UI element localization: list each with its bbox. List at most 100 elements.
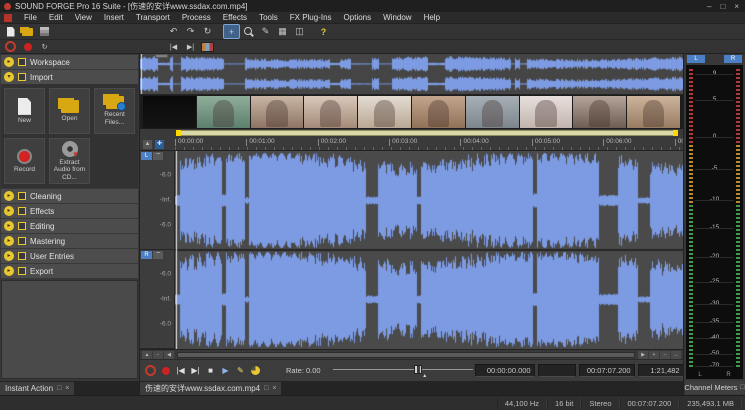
expand-icon[interactable]: ▸: [4, 191, 14, 201]
video-thumbnail[interactable]: [358, 96, 411, 128]
left-channel-button[interactable]: L: [141, 152, 152, 160]
menu-window[interactable]: Window: [377, 13, 417, 22]
meter-right-button[interactable]: R: [724, 55, 742, 63]
move-tool-icon[interactable]: ✚: [155, 140, 164, 149]
arm-record-icon[interactable]: [3, 41, 18, 52]
stereo-waveform[interactable]: [175, 151, 683, 349]
pencil-edit-button[interactable]: ✎: [234, 364, 247, 377]
sidebar-section-import[interactable]: ▾Import: [1, 70, 138, 84]
loop-region-button[interactable]: [249, 364, 262, 377]
sidebar-section-cleaning[interactable]: ▸Cleaning: [1, 189, 138, 203]
rate-slider[interactable]: ▲: [333, 364, 473, 377]
selection-end-field[interactable]: [538, 364, 576, 377]
video-thumbnail[interactable]: [627, 96, 680, 128]
tile-new[interactable]: New: [4, 88, 45, 134]
right-channel-button[interactable]: R: [141, 251, 152, 259]
float-meters-icon[interactable]: □: [740, 384, 744, 391]
tab-document[interactable]: 伤速的安详www.ssdax.com.mp4 □ ×: [140, 382, 281, 395]
close-pane-icon[interactable]: ×: [65, 385, 69, 392]
video-thumbnail-strip[interactable]: [140, 95, 683, 129]
collapse-icon[interactable]: ▾: [4, 72, 14, 82]
redo-icon[interactable]: ↷: [183, 25, 198, 38]
scroll-up-icon[interactable]: ▲: [142, 351, 152, 359]
go-to-start-button[interactable]: |◀: [174, 364, 187, 377]
edit-tool-icon[interactable]: +: [224, 25, 239, 38]
close-document-icon[interactable]: ×: [272, 385, 276, 392]
magnify-tool-icon[interactable]: [241, 25, 256, 38]
event-tool-icon[interactable]: ◫: [292, 25, 307, 38]
ruler-ticks[interactable]: 00:00:0000:01:0000:02:0000:03:0000:04:00…: [175, 138, 683, 150]
save-file-icon[interactable]: [37, 25, 52, 38]
sidebar-section-user-entries[interactable]: ▸User Entries: [1, 249, 138, 263]
tile-open[interactable]: Open: [49, 88, 90, 134]
help-icon[interactable]: ?: [316, 25, 331, 38]
maximize-button[interactable]: □: [720, 2, 725, 11]
menu-transport[interactable]: Transport: [130, 13, 176, 22]
sidebar-section-mastering[interactable]: ▸Mastering: [1, 234, 138, 248]
video-thumbnail[interactable]: [251, 96, 304, 128]
time-ruler[interactable]: ▲ ✚ 00:00:0000:01:0000:02:0000:03:0000:0…: [140, 138, 683, 151]
zoom-in-icon[interactable]: +: [649, 351, 659, 359]
go-to-start-icon[interactable]: |◀: [166, 41, 181, 52]
scroll-left-icon[interactable]: ◀: [164, 351, 174, 359]
sidebar-section-export[interactable]: ▸Export: [1, 264, 138, 278]
menu-help[interactable]: Help: [418, 13, 446, 22]
video-thumbnail[interactable]: [197, 96, 250, 128]
scrollbar-track[interactable]: [177, 352, 635, 358]
zoom-fit-icon[interactable]: ↔: [671, 351, 681, 359]
record-icon[interactable]: [20, 41, 35, 52]
float-pane-icon[interactable]: □: [57, 385, 61, 392]
video-preview-icon[interactable]: [200, 41, 215, 52]
video-thumbnail[interactable]: [412, 96, 465, 128]
play-button[interactable]: ▶: [219, 364, 232, 377]
open-file-icon[interactable]: [20, 25, 35, 38]
selection-length-field[interactable]: 00:07:07.200: [579, 364, 635, 377]
video-thumbnail[interactable]: [520, 96, 573, 128]
menu-tools[interactable]: Tools: [253, 13, 284, 22]
expand-icon[interactable]: ▸: [4, 57, 14, 67]
menu-edit[interactable]: Edit: [43, 13, 69, 22]
close-button[interactable]: ×: [734, 2, 739, 11]
tab-instant-action[interactable]: Instant Action □ ×: [0, 382, 74, 395]
left-channel-minimize-button[interactable]: −: [153, 152, 163, 160]
video-thumbnail[interactable]: [466, 96, 519, 128]
float-document-icon[interactable]: □: [264, 385, 268, 392]
minimize-button[interactable]: –: [707, 2, 711, 11]
menu-fx-plug-ins[interactable]: FX Plug-Ins: [284, 13, 338, 22]
menu-file[interactable]: File: [18, 13, 43, 22]
sidebar-section-editing[interactable]: ▸Editing: [1, 219, 138, 233]
video-thumbnail[interactable]: [573, 96, 626, 128]
expand-icon[interactable]: ▸: [4, 266, 14, 276]
scrollbar-thumb[interactable]: [178, 353, 634, 357]
zoom-out-icon[interactable]: −: [660, 351, 670, 359]
undo-icon[interactable]: ↶: [166, 25, 181, 38]
scroll-right-icon[interactable]: ▶: [638, 351, 648, 359]
expand-icon[interactable]: ▸: [4, 251, 14, 261]
scroll-collapse-icon[interactable]: −: [153, 351, 163, 359]
arm-record-button[interactable]: [144, 364, 157, 377]
sample-count-field[interactable]: 1:21,482: [638, 364, 684, 377]
new-file-icon[interactable]: [3, 25, 18, 38]
sidebar-section-effects[interactable]: ▸Effects: [1, 204, 138, 218]
video-thumbnail[interactable]: [143, 96, 196, 128]
go-to-end-button[interactable]: ▶|: [189, 364, 202, 377]
sidebar-section-workspace[interactable]: ▸Workspace: [1, 55, 138, 69]
pencil-tool-icon[interactable]: ✎: [258, 25, 273, 38]
menu-options[interactable]: Options: [338, 13, 378, 22]
app-menu-icon[interactable]: [4, 14, 12, 22]
meter-display[interactable]: 950-5-10-15-20-25-30-35-40-50-70 L R: [686, 65, 743, 379]
menu-process[interactable]: Process: [176, 13, 217, 22]
menu-effects[interactable]: Effects: [217, 13, 253, 22]
tile-record[interactable]: Record: [4, 138, 45, 184]
expand-icon[interactable]: ▸: [4, 206, 14, 216]
stop-button[interactable]: ■: [204, 364, 217, 377]
tile-recent-files[interactable]: Recent Files...: [94, 88, 135, 134]
video-thumbnail[interactable]: [304, 96, 357, 128]
right-channel-minimize-button[interactable]: −: [153, 251, 163, 259]
expand-icon[interactable]: ▸: [4, 236, 14, 246]
tab-channel-meters[interactable]: Channel Meters □: [685, 381, 744, 394]
eject-icon[interactable]: ▲: [143, 140, 152, 149]
menu-insert[interactable]: Insert: [98, 13, 130, 22]
menu-view[interactable]: View: [69, 13, 98, 22]
cursor-position-field[interactable]: 00:00:00.000: [475, 364, 535, 377]
